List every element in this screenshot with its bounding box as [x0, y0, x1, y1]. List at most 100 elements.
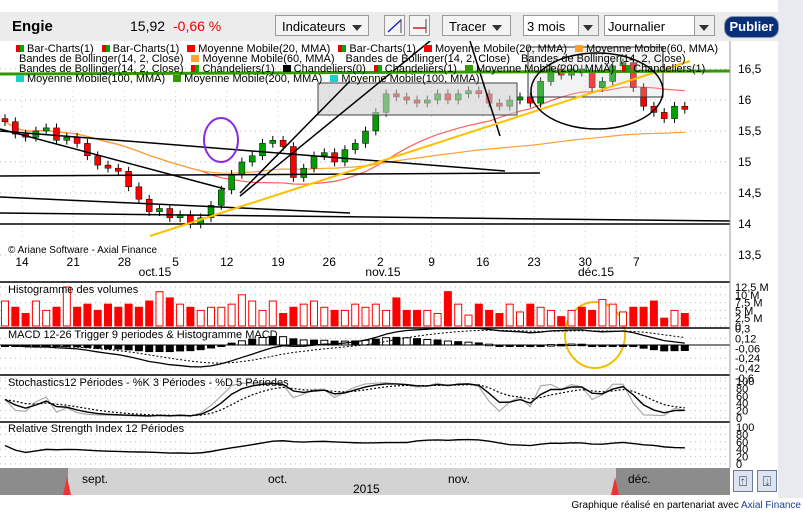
rsi-panel — [4, 438, 685, 454]
macd-histogram-bar — [93, 344, 102, 349]
price-tick: 15,5 — [738, 124, 762, 138]
chevron-down-icon — [351, 24, 362, 31]
volume-bar — [680, 313, 689, 327]
candle — [104, 164, 112, 169]
horizontal-line-icon — [413, 19, 427, 33]
macd-histogram-bar — [680, 344, 689, 351]
range-start-handle[interactable] — [63, 477, 71, 495]
volume-bar — [413, 309, 421, 327]
volume-bar — [392, 297, 401, 327]
legend-label[interactable]: Moyenne Mobile(200, MMA) — [184, 73, 322, 85]
macd-histogram-bar — [83, 344, 92, 348]
volume-bar — [289, 306, 298, 327]
volume-bar — [268, 300, 277, 327]
macd-histogram-bar — [104, 344, 112, 350]
collapse-panel-button[interactable]: ⍗ — [757, 470, 777, 492]
candle — [362, 130, 369, 144]
panel-up-icon: ⍐ — [738, 473, 748, 489]
period-select-toggle[interactable] — [578, 16, 598, 35]
volume-bar — [42, 309, 51, 327]
macd-histogram-bar — [413, 338, 421, 346]
legend-label[interactable]: Moyenne Mobile(200, MMA) — [476, 63, 614, 75]
legend-swatch — [575, 45, 583, 52]
legend-swatch — [338, 45, 347, 52]
legend-label[interactable]: Chandeliers(1) — [633, 63, 705, 75]
horizontal-line-button[interactable] — [409, 15, 430, 36]
volume-bar — [83, 303, 92, 327]
volume-bar — [176, 303, 185, 327]
macd-histogram-bar — [608, 344, 617, 347]
legend-swatch — [464, 65, 473, 72]
axial-finance-link[interactable]: Axial Finance — [741, 500, 801, 511]
macd-histogram-bar — [289, 338, 298, 346]
volume-bar — [557, 316, 566, 327]
volume-bar — [310, 300, 318, 327]
price-tick: 15 — [738, 155, 752, 169]
legend-swatch — [173, 75, 182, 82]
scrollbar-thumb[interactable] — [68, 468, 616, 495]
legend-label[interactable]: Moyenne Mobile(100, MMA) — [27, 73, 165, 85]
stochastic-line-2 — [4, 384, 685, 417]
candle — [279, 140, 287, 147]
volume-bar — [207, 306, 215, 327]
footer-text: Graphique réalisé en partenariat avec — [571, 500, 741, 511]
candle — [94, 155, 101, 166]
macd-histogram-bar — [546, 344, 555, 347]
draw-line-button[interactable] — [384, 15, 405, 36]
rsi-title: Relative Strength Index 12 Périodes — [8, 423, 185, 435]
macd-histogram-bar — [619, 344, 627, 347]
date-tick: 21 — [67, 255, 81, 269]
draw-dropdown[interactable]: Tracer — [442, 15, 511, 36]
macd-histogram-bar — [392, 336, 401, 346]
volume-bar — [11, 306, 20, 327]
candle — [351, 143, 359, 150]
trend-line — [0, 128, 226, 190]
volume-bar — [320, 306, 329, 327]
volume-bar — [660, 317, 669, 327]
period-select[interactable]: 3 mois — [523, 15, 599, 36]
macd-histogram-bar — [124, 344, 133, 351]
macd-histogram-bar — [639, 344, 648, 349]
volume-bar — [217, 306, 226, 327]
interval-select-toggle[interactable] — [694, 16, 714, 35]
price-tick: 16 — [738, 93, 752, 107]
candle — [145, 198, 153, 212]
trend-line — [0, 212, 731, 222]
date-tick: 12 — [220, 255, 234, 269]
macd-histogram-bar — [495, 344, 504, 347]
candle — [259, 143, 266, 157]
interval-select[interactable]: Journalier — [604, 15, 715, 36]
volume-bar — [619, 311, 627, 327]
legend-swatch — [622, 65, 631, 72]
volume-bar — [186, 306, 195, 327]
macd-histogram-bar — [577, 343, 586, 347]
date-tick: 7 — [633, 255, 640, 269]
candle — [310, 155, 318, 169]
range-end-handle[interactable] — [611, 477, 619, 495]
publish-button[interactable]: Publier — [724, 16, 779, 38]
macd-histogram-bar — [474, 342, 483, 346]
volume-bar — [649, 300, 658, 327]
volume-bar — [145, 300, 154, 327]
volume-bar — [443, 291, 452, 327]
line-tool-icon — [387, 19, 402, 33]
macd-histogram-bar — [567, 343, 576, 347]
macd-histogram-bar — [299, 339, 308, 346]
macd-histogram-bar — [433, 339, 442, 346]
legend-swatch — [101, 45, 110, 52]
candle — [341, 149, 349, 163]
expand-panel-button[interactable]: ⍐ — [733, 470, 753, 492]
macd-histogram-bar — [423, 338, 432, 346]
legend-label[interactable]: Moyenne Mobile(100, MMA) — [341, 73, 479, 85]
volume-bar — [629, 306, 638, 327]
indicators-dropdown[interactable]: Indicateurs — [275, 15, 369, 36]
volume-bar — [382, 309, 391, 327]
volume-bar — [248, 300, 257, 327]
macd-histogram-bar — [516, 344, 524, 347]
candle — [671, 105, 678, 119]
month-tick: déc.15 — [578, 265, 614, 279]
macd-histogram-bar — [454, 341, 463, 346]
candle — [125, 171, 132, 188]
candle — [238, 161, 246, 175]
volume-bar — [505, 303, 514, 327]
